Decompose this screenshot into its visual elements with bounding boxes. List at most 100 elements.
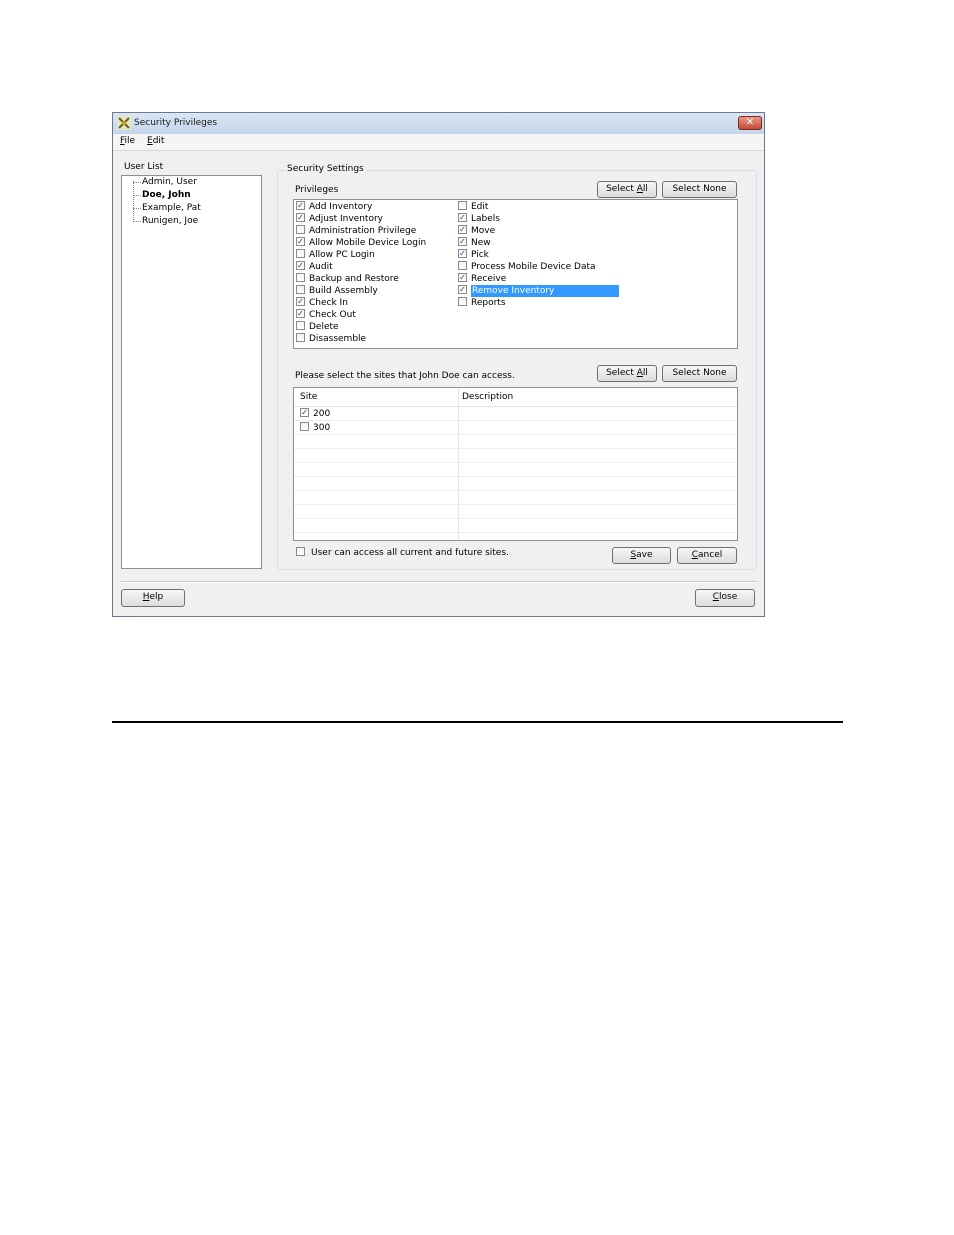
privileges-column-right: Edit ✓ Labels ✓ Move ✓ New ✓ Pick Process Mo… [458,201,619,309]
checkbox[interactable] [296,333,305,342]
row-divider [294,462,737,463]
privilege-item-selected[interactable]: ✓ Remove Inventory [458,285,619,297]
table-row[interactable]: ✓ 200 [300,408,330,420]
cancel-button[interactable]: Cancel [677,547,737,564]
tools-icon [117,116,131,130]
privilege-item[interactable]: ✓ Check Out [296,309,426,321]
privileges-select-all-button[interactable]: Select All [597,181,657,198]
checkbox[interactable] [458,261,467,270]
checkbox[interactable] [296,273,305,282]
privilege-item[interactable]: ✓ Check In [296,297,426,309]
checkbox[interactable]: ✓ [296,309,305,318]
privilege-label: Add Inventory [309,202,373,212]
privilege-item[interactable]: ✓ Adjust Inventory [296,213,426,225]
privilege-item[interactable]: Disassemble [296,333,426,345]
checkbox[interactable]: ✓ [458,213,467,222]
privilege-item[interactable]: ✓ Add Inventory [296,201,426,213]
checkbox[interactable]: ✓ [296,213,305,222]
privilege-item[interactable]: ✓ Audit [296,261,426,273]
help-button[interactable]: Help [121,589,185,607]
privilege-label: Build Assembly [309,286,378,296]
checkbox[interactable]: ✓ [458,237,467,246]
checkbox[interactable] [458,297,467,306]
user-list-tree[interactable]: Admin, User Doe, John Example, Pat Runig… [121,175,262,569]
checkbox[interactable]: ✓ [458,285,467,294]
privilege-item[interactable]: ✓ New [458,237,619,249]
page-divider-rule [112,721,843,723]
checkbox[interactable]: ✓ [458,273,467,282]
privilege-label: Audit [309,262,333,272]
column-header-site[interactable]: Site [300,392,317,402]
checkbox[interactable] [458,201,467,210]
privileges-select-none-button[interactable]: Select None [662,181,737,198]
menu-edit[interactable]: Edit [147,136,164,146]
tree-connector [133,195,141,196]
checkbox[interactable] [296,285,305,294]
privilege-item[interactable]: Backup and Restore [296,273,426,285]
sites-select-none-button[interactable]: Select None [662,365,737,382]
help-mnemonic: H [142,592,150,602]
user-list-label: User List [122,162,166,172]
privileges-column-left: ✓ Add Inventory ✓ Adjust Inventory Adminis… [296,201,426,345]
table-header [294,388,737,407]
privilege-label: Delete [309,322,339,332]
checkbox[interactable]: ✓ [296,201,305,210]
checkbox[interactable]: ✓ [458,249,467,258]
privilege-item[interactable]: Edit [458,201,619,213]
title-bar[interactable]: Security Privileges ✕ [113,113,764,135]
menu-file[interactable]: File [120,136,135,146]
checkbox[interactable]: ✓ [296,261,305,270]
site-checkbox[interactable]: ✓ [300,408,309,417]
privilege-label: Pick [471,250,489,260]
select-all-label: ll [642,184,648,194]
privilege-label: Adjust Inventory [309,214,383,224]
checkbox[interactable] [296,225,305,234]
privilege-item[interactable]: ✓ Allow Mobile Device Login [296,237,426,249]
save-label: ave [636,550,653,560]
privilege-item[interactable]: Process Mobile Device Data [458,261,619,273]
privilege-label: New [471,238,491,248]
privilege-item[interactable]: ✓ Receive [458,273,619,285]
user-item-selected[interactable]: Doe, John [142,190,191,200]
privilege-item[interactable]: ✓ Move [458,225,619,237]
privilege-label: Edit [471,202,489,212]
checkbox[interactable] [296,321,305,330]
privileges-list[interactable]: ✓ Add Inventory ✓ Adjust Inventory Adminis… [293,199,738,349]
help-label: elp [149,592,164,602]
sites-table[interactable]: Site Description ✓ 200 300 [293,387,738,541]
checkbox[interactable]: ✓ [296,237,305,246]
all-sites-option[interactable]: User can access all current and future s… [296,547,509,559]
save-button[interactable]: Save [612,547,671,564]
close-button[interactable]: Close [695,589,755,607]
user-item[interactable]: Admin, User [142,177,197,187]
privilege-label: Receive [471,274,507,284]
close-window-button[interactable]: ✕ [738,116,762,130]
checkbox[interactable] [296,249,305,258]
checkbox[interactable]: ✓ [296,297,305,306]
select-all-label: Select [606,184,637,194]
row-divider [294,476,737,477]
user-item[interactable]: Example, Pat [142,203,201,213]
privilege-label: Backup and Restore [309,274,399,284]
sites-select-all-button[interactable]: Select All [597,365,657,382]
row-divider [294,490,737,491]
privilege-label: Check Out [309,310,356,320]
security-settings-label: Security Settings [285,164,366,174]
all-sites-checkbox[interactable] [296,547,305,556]
select-all-label: Select [606,368,637,378]
table-row[interactable]: 300 [300,422,330,434]
column-header-description[interactable]: Description [462,392,513,402]
security-privileges-window: Security Privileges ✕ File Edit User Lis… [112,112,765,617]
privilege-item[interactable]: ✓ Labels [458,213,619,225]
privilege-item[interactable]: Administration Privilege [296,225,426,237]
privilege-item[interactable]: Allow PC Login [296,249,426,261]
site-checkbox[interactable] [300,422,309,431]
privilege-item[interactable]: Build Assembly [296,285,426,297]
user-item[interactable]: Runigen, Joe [142,216,198,226]
privilege-item[interactable]: Delete [296,321,426,333]
privilege-item[interactable]: Reports [458,297,619,309]
row-divider [294,518,737,519]
checkbox[interactable]: ✓ [458,225,467,234]
privilege-item[interactable]: ✓ Pick [458,249,619,261]
row-divider [294,434,737,435]
